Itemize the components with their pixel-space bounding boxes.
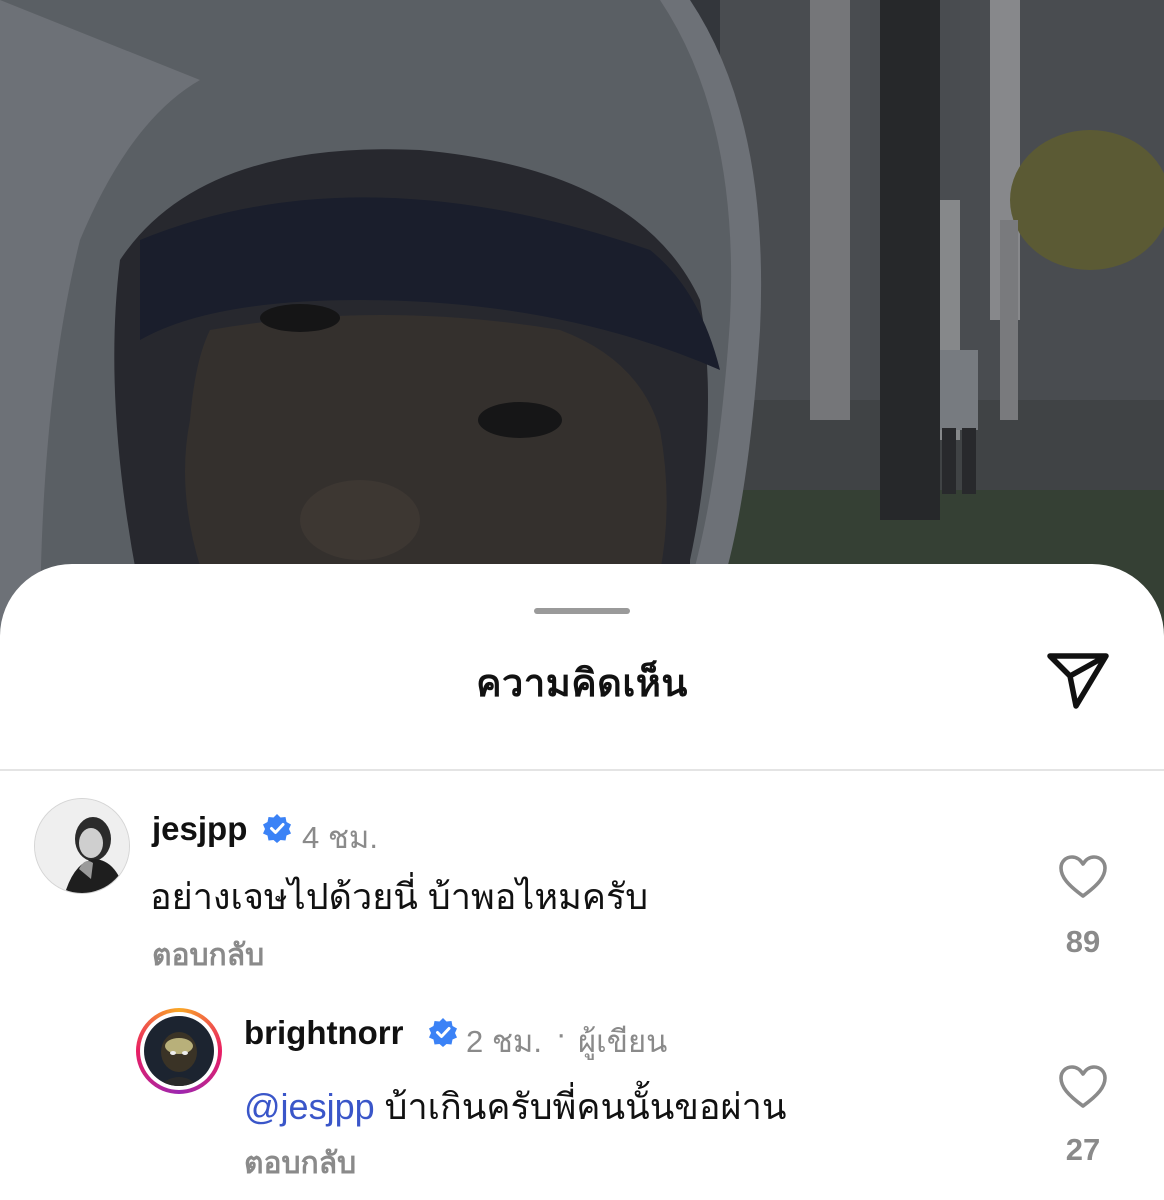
avatar-story-ring[interactable]	[136, 1008, 222, 1094]
reply-button[interactable]: ตอบกลับ	[152, 932, 264, 979]
reply-time: 2 ชม.	[466, 1024, 542, 1059]
screen: ความคิดเห็น jesjpp 4 ชม. อย่างเจษไปด้วยน…	[0, 0, 1164, 1200]
reply-item: brightnorr 2 ชม. · ผู้เขียน @jesjpp บ้าเ…	[0, 990, 1164, 1200]
avatar[interactable]	[34, 798, 130, 894]
verified-badge-icon	[262, 813, 292, 843]
verified-badge-icon	[428, 1017, 458, 1047]
background-video-frame	[0, 0, 1164, 640]
author-tag: ผู้เขียน	[578, 1024, 668, 1059]
comment-username[interactable]: jesjpp	[152, 810, 247, 848]
drag-handle[interactable]	[534, 608, 630, 614]
reply-text-body: บ้าเกินครับพี่คนนั้นขอผ่าน	[374, 1086, 787, 1127]
sheet-title: ความคิดเห็น	[476, 663, 688, 705]
reply-text: @jesjpp บ้าเกินครับพี่คนนั้นขอผ่าน	[244, 1078, 786, 1135]
reply-username[interactable]: brightnorr	[244, 1014, 403, 1052]
comment-item: jesjpp 4 ชม. อย่างเจษไปด้วยนี่ บ้าพอไหมค…	[0, 770, 1164, 990]
mention-link[interactable]: @jesjpp	[244, 1086, 375, 1127]
reply-button[interactable]: ตอบกลับ	[244, 1140, 356, 1187]
heart-icon[interactable]	[1058, 1064, 1108, 1110]
meta-separator: ·	[556, 1016, 567, 1051]
send-icon[interactable]	[1040, 644, 1116, 714]
comment-text: อย่างเจษไปด้วยนี่ บ้าพอไหมครับ	[150, 876, 649, 917]
comment-time: 4 ชม.	[302, 820, 378, 855]
like-count: 89	[1065, 924, 1101, 959]
heart-icon[interactable]	[1058, 854, 1108, 900]
like-count: 27	[1065, 1132, 1101, 1167]
